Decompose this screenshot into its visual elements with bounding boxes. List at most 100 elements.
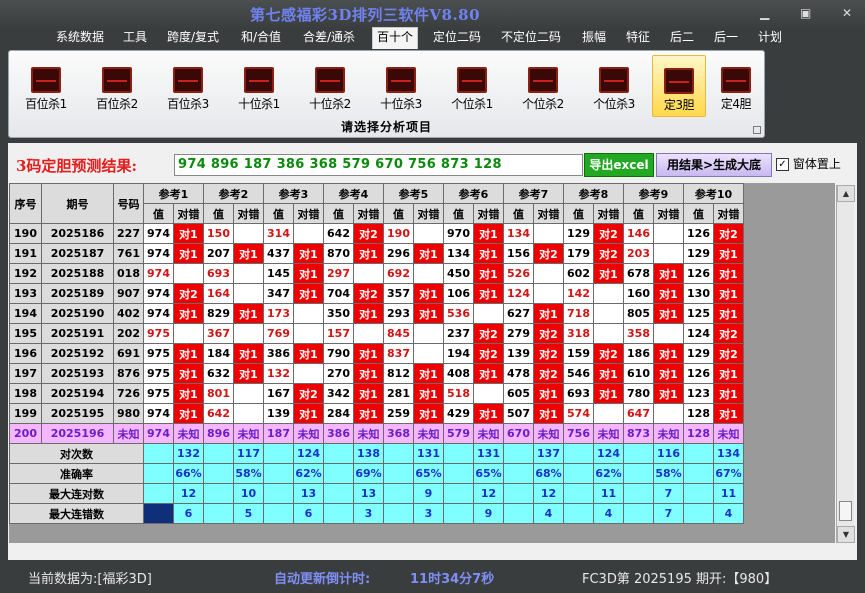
stats-pad: [503, 483, 534, 504]
ribbon-tens-kill-2[interactable]: 十位杀2: [299, 55, 361, 117]
minimize-button[interactable]: ▁: [760, 6, 769, 20]
tab-plan[interactable]: 计划: [754, 28, 786, 48]
ref-value: 123: [683, 383, 714, 404]
tab-system-data[interactable]: 系统数据: [52, 28, 108, 48]
row-period: 2025187: [41, 243, 114, 264]
ribbon-units-kill-1[interactable]: 个位杀1: [441, 55, 503, 117]
scroll-down-icon[interactable]: ▼: [837, 526, 855, 543]
close-button[interactable]: ✕: [842, 6, 852, 20]
ref-value: 873: [623, 423, 654, 444]
ref-header: 参考3: [263, 183, 324, 204]
maximize-button[interactable]: ▣: [800, 6, 811, 20]
ref-value: 129: [563, 223, 594, 244]
stats-label: 准确率: [9, 463, 144, 484]
row-period: 2025190: [41, 303, 114, 324]
ref-value: 134: [443, 243, 474, 264]
tab-features[interactable]: 特征: [622, 28, 654, 48]
ref-value: 186: [623, 343, 654, 364]
tab-tools[interactable]: 工具: [119, 28, 151, 48]
pin-window-label: 窗体置上: [792, 157, 841, 171]
ref-hit: [653, 403, 684, 424]
stats-value: 138: [353, 443, 384, 464]
tab-fixed-two[interactable]: 定位二码: [429, 28, 485, 48]
ref-hit: 对1: [473, 243, 504, 264]
stats-value: 117: [233, 443, 264, 464]
tab-positions[interactable]: 百十个: [372, 27, 419, 49]
ribbon-hundreds-kill-3[interactable]: 百位杀3: [157, 55, 219, 117]
tab-unfixed-two[interactable]: 不定位二码: [497, 28, 565, 48]
table-row: 194 2025190 402 974 对1 829 对1 173 350 对1 293 对1 536 6…: [9, 303, 744, 324]
ribbon-units-kill-3[interactable]: 个位杀3: [583, 55, 645, 117]
stats-value: 58%: [653, 463, 684, 484]
stats-value: 116: [653, 443, 684, 464]
ref-hit: 对1: [473, 403, 504, 424]
ribbon-hundreds-kill-1[interactable]: 百位杀1: [15, 55, 77, 117]
scroll-up-icon[interactable]: ▲: [837, 185, 855, 202]
pin-window-checkbox[interactable]: ✓: [776, 158, 789, 171]
stats-pad: [563, 443, 594, 464]
generate-base-button[interactable]: 用结果>生成大底: [656, 153, 772, 177]
ref-value: 974: [143, 283, 174, 304]
hit-header: 对错: [473, 203, 504, 224]
scroll-thumb[interactable]: [839, 501, 852, 521]
trend-chart-icon: [173, 67, 203, 93]
ref-hit: [173, 263, 204, 284]
pin-window-option[interactable]: ✓ 窗体置上: [776, 155, 841, 172]
prediction-result-field[interactable]: 974 896 187 386 368 579 670 756 873 128: [174, 154, 583, 176]
tab-amplitude[interactable]: 振幅: [578, 28, 610, 48]
stats-value: 9: [413, 483, 444, 504]
vertical-scrollbar[interactable]: ▲ ▼: [836, 185, 855, 543]
ref-hit: [593, 283, 624, 304]
tab-diff[interactable]: 合差/通杀: [299, 28, 359, 48]
ribbon-tens-kill-3[interactable]: 十位杀3: [370, 55, 432, 117]
ref-header: 参考5: [383, 183, 444, 204]
ref-hit: 对1: [653, 263, 684, 284]
value-header: 值: [503, 203, 534, 224]
export-excel-button[interactable]: 导出excel: [584, 153, 654, 177]
ref-header: 参考1: [143, 183, 204, 204]
stats-value: 12: [533, 483, 564, 504]
ref-value: 124: [683, 323, 714, 344]
col-header-period: 期号: [41, 183, 114, 224]
ref-value: 790: [323, 343, 354, 364]
cursor-cell[interactable]: [143, 503, 174, 524]
hit-header: 对错: [413, 203, 444, 224]
ref-hit: 未知: [473, 423, 504, 444]
ref-value: 450: [443, 263, 474, 284]
ref-hit: [473, 383, 504, 404]
ref-value: 627: [503, 303, 534, 324]
ribbon-expand-icon[interactable]: [753, 126, 761, 134]
tab-sum[interactable]: 和/合值: [237, 28, 285, 48]
ref-hit: 未知: [593, 423, 624, 444]
stats-pad: [563, 483, 594, 504]
col-header-number: 号码: [113, 183, 144, 224]
menu-bar: 系统数据 工具 跨度/复式 和/合值 合差/通杀 百十个 定位二码 不定位二码 …: [0, 27, 865, 49]
stats-pad: [563, 463, 594, 484]
ref-header: 参考6: [443, 183, 504, 204]
ref-value: 478: [503, 363, 534, 384]
tab-last-two[interactable]: 后二: [666, 28, 698, 48]
tab-last-one[interactable]: 后一: [710, 28, 742, 48]
ref-hit: 对1: [713, 283, 744, 304]
ribbon-tens-kill-1[interactable]: 十位杀1: [228, 55, 290, 117]
ref-value: 126: [683, 263, 714, 284]
ref-hit: 未知: [293, 423, 324, 444]
ref-hit: [293, 363, 324, 384]
ref-value: 159: [563, 343, 594, 364]
ribbon-hundreds-kill-2[interactable]: 百位杀2: [86, 55, 148, 117]
stats-value: 4: [713, 503, 744, 524]
ref-value: 386: [323, 423, 354, 444]
tab-span[interactable]: 跨度/复式: [163, 28, 223, 48]
stats-pad: [503, 463, 534, 484]
ref-value: 314: [263, 223, 294, 244]
stats-value: 11: [713, 483, 744, 504]
ref-hit: 对1: [353, 243, 384, 264]
ribbon-fixed-4-gall[interactable]: 定4胆: [709, 55, 763, 117]
ribbon-units-kill-2[interactable]: 个位杀2: [512, 55, 574, 117]
ref-value: 270: [323, 363, 354, 384]
ref-hit: 对1: [533, 383, 564, 404]
ribbon-fixed-3-gall[interactable]: 定3胆: [652, 55, 706, 117]
ref-hit: 对1: [653, 383, 684, 404]
ref-value: 536: [443, 303, 474, 324]
ref-hit: [413, 343, 444, 364]
